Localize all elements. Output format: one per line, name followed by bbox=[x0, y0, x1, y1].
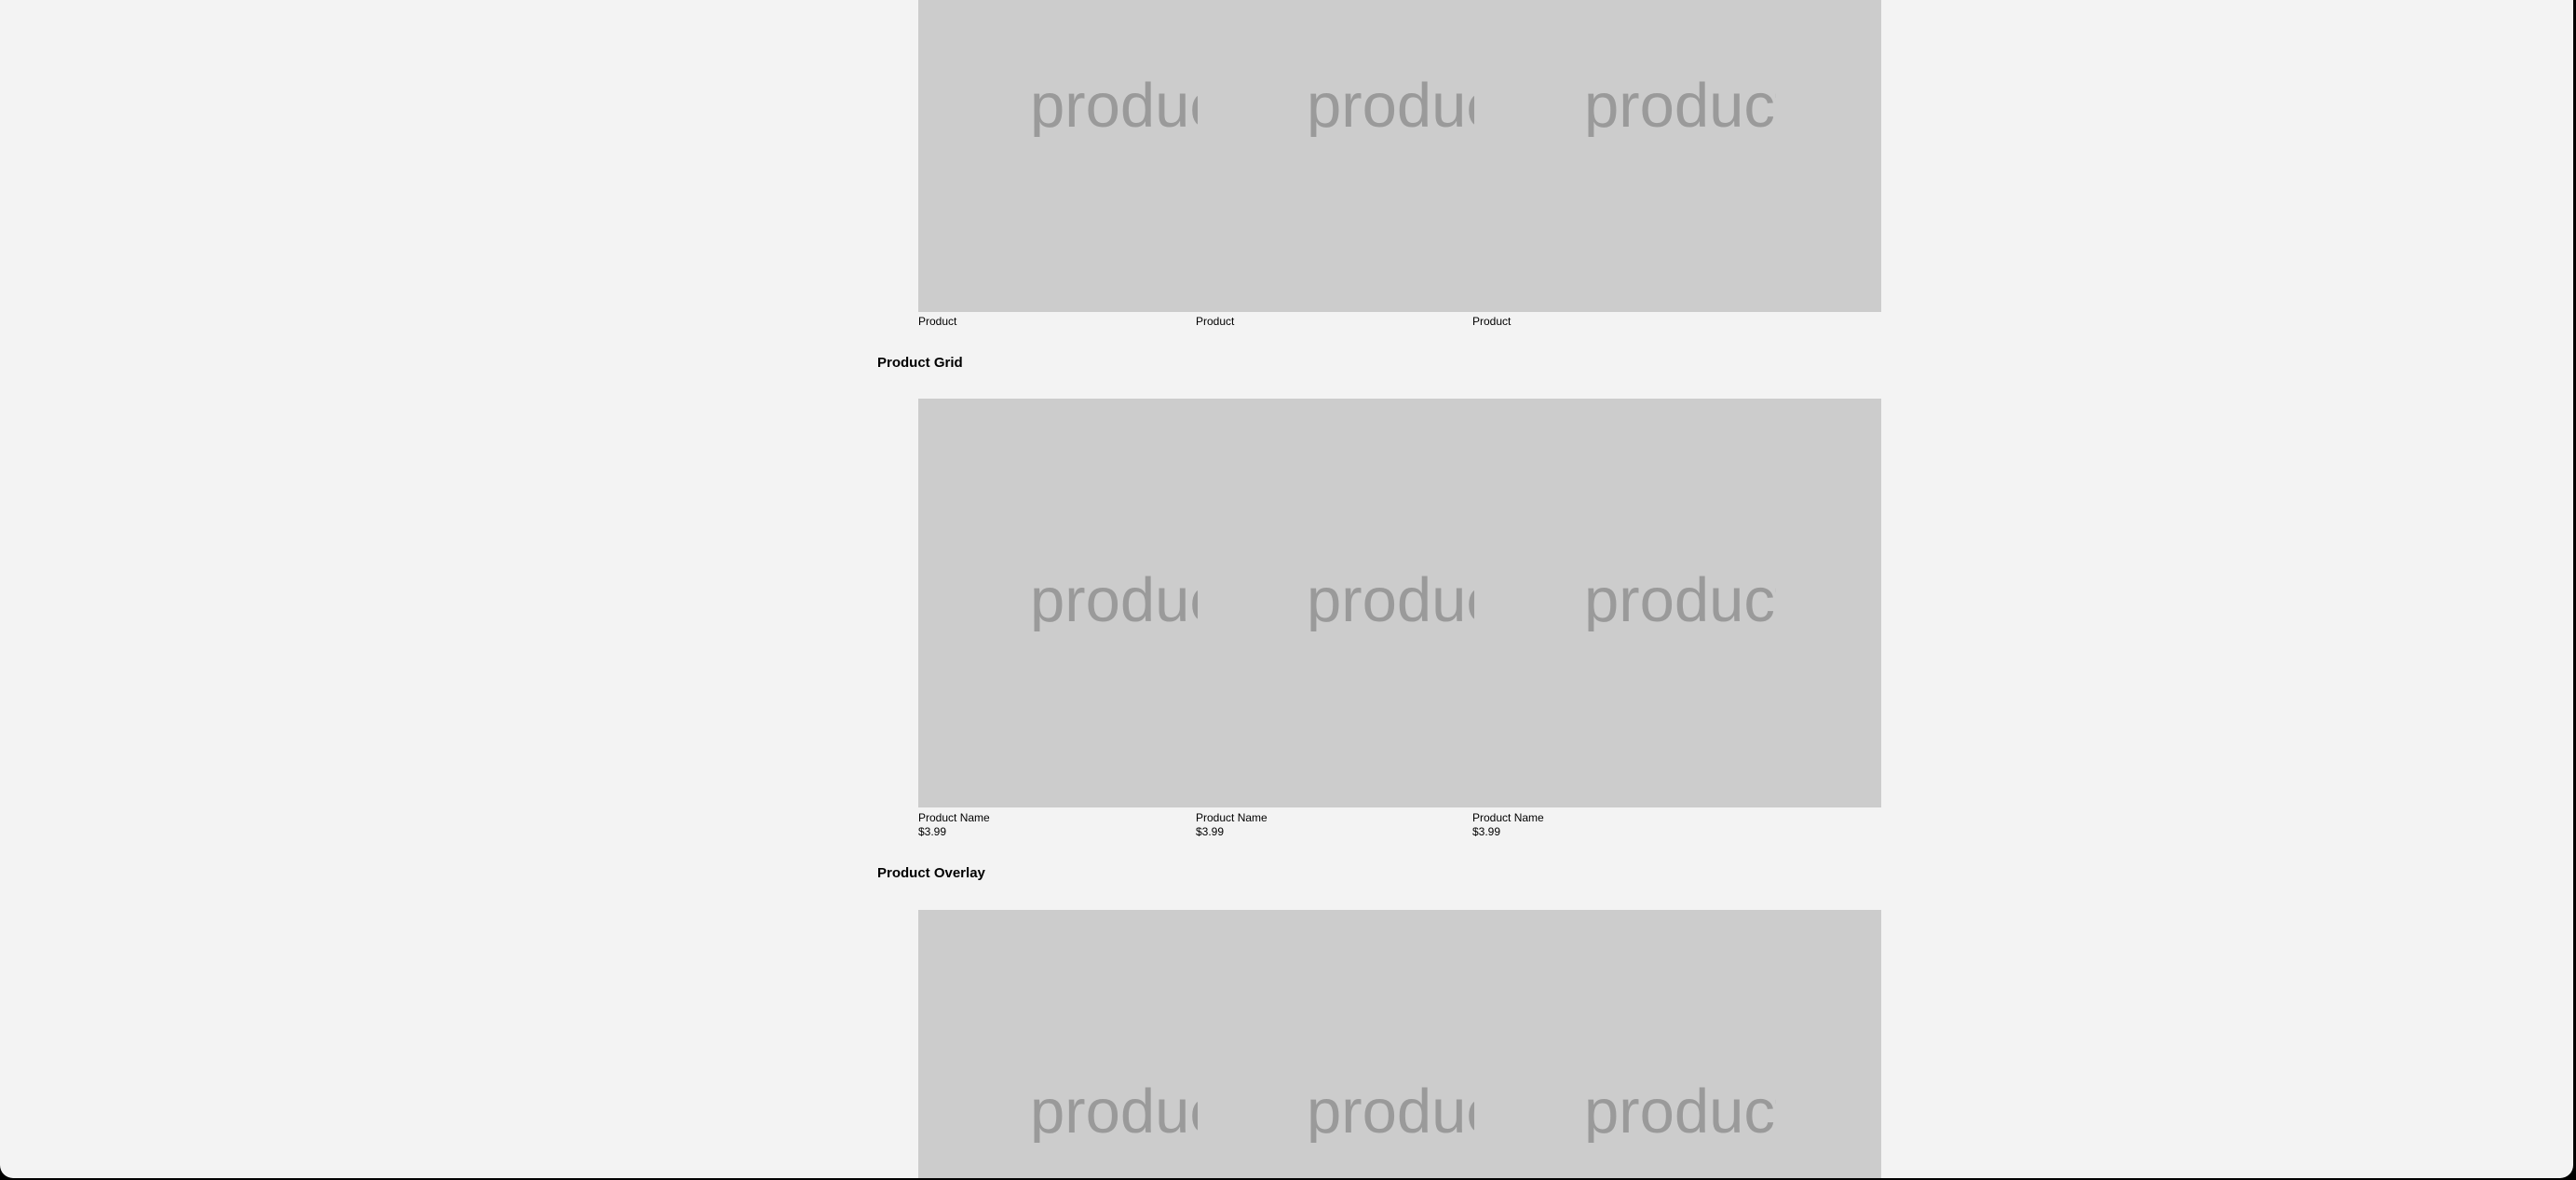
carousel-images: product product product bbox=[918, 0, 1881, 312]
page-viewport: product product product Product Product … bbox=[0, 0, 2573, 1178]
product-name[interactable]: Product Name bbox=[1472, 811, 1544, 825]
product-label[interactable]: Product bbox=[1472, 315, 1511, 329]
product-image-placeholder[interactable]: product bbox=[1584, 569, 1776, 631]
product-price: $3.99 bbox=[1196, 825, 1225, 838]
product-image-placeholder[interactable]: product bbox=[1307, 75, 1474, 137]
product-image-placeholder[interactable]: product bbox=[1307, 1080, 1474, 1143]
product-image-placeholder[interactable]: product bbox=[1030, 75, 1198, 137]
product-label[interactable]: Product bbox=[1196, 315, 1234, 329]
product-price: $3.99 bbox=[918, 825, 947, 838]
product-image-placeholder[interactable]: product bbox=[1030, 1080, 1198, 1143]
product-image-placeholder[interactable]: product bbox=[1584, 1080, 1776, 1143]
product-image-placeholder[interactable]: product bbox=[1030, 569, 1198, 631]
section-heading-product-grid: Product Grid bbox=[877, 355, 963, 371]
product-image-placeholder[interactable]: product bbox=[1307, 569, 1474, 631]
product-image-placeholder[interactable]: product bbox=[1584, 75, 1776, 137]
section-heading-product-overlay: Product Overlay bbox=[877, 865, 985, 881]
product-name[interactable]: Product Name bbox=[918, 811, 990, 825]
product-price: $3.99 bbox=[1472, 825, 1501, 838]
product-overlay-images: product product product bbox=[918, 910, 1881, 1178]
product-label[interactable]: Product bbox=[918, 315, 956, 329]
product-name[interactable]: Product Name bbox=[1196, 811, 1268, 825]
product-grid-images: product product product bbox=[918, 399, 1881, 807]
